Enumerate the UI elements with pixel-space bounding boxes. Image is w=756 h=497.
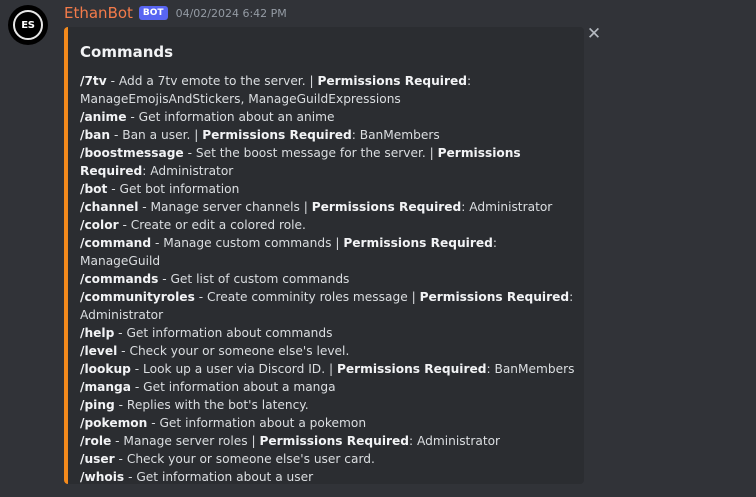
- command-item: /boostmessage - Set the boost message fo…: [80, 144, 576, 180]
- permissions-label: Permissions Required: [259, 434, 409, 448]
- command-name: /command: [80, 236, 152, 250]
- command-name: /7tv: [80, 74, 107, 88]
- permissions-label: Permissions Required: [336, 362, 487, 376]
- command-item: /commands - Get list of custom commands: [80, 270, 576, 288]
- command-description: - Manage server channels |: [138, 200, 312, 214]
- command-item: /color - Create or edit a colored role.: [80, 216, 576, 234]
- command-description: - Check your or someone else's user card…: [114, 452, 375, 466]
- avatar-logo: ES: [13, 10, 43, 40]
- command-description: - Look up a user via Discord ID. |: [130, 362, 337, 376]
- command-item: /channel - Manage server channels | Perm…: [80, 198, 576, 216]
- command-name: /role: [80, 434, 112, 448]
- permissions-label: Permissions Required: [419, 290, 570, 304]
- command-name: /ping: [80, 398, 115, 412]
- command-name: /manga: [80, 380, 131, 394]
- command-item: /anime - Get information about an anime: [80, 108, 576, 126]
- permissions-value: : BanMembers: [486, 362, 575, 376]
- command-name: /ban: [80, 128, 111, 142]
- bot-tag-badge: BOT: [138, 6, 168, 20]
- command-item: /bot - Get bot information: [80, 180, 576, 198]
- command-description: - Get information about commands: [114, 326, 333, 340]
- avatar[interactable]: ES: [8, 5, 48, 45]
- command-description: - Get information about a user: [124, 470, 314, 484]
- command-item: /ban - Ban a user. | Permissions Require…: [80, 126, 576, 144]
- command-description: - Manage server roles |: [111, 434, 260, 448]
- command-name: /channel: [80, 200, 139, 214]
- command-description: - Get bot information: [107, 182, 240, 196]
- command-name: /help: [80, 326, 115, 340]
- command-list: /7tv - Add a 7tv emote to the server. | …: [80, 72, 576, 486]
- command-name: /bot: [80, 182, 108, 196]
- command-description: - Check your or someone else's level.: [117, 344, 350, 358]
- command-description: - Get information about a manga: [131, 380, 336, 394]
- command-item: /lookup - Look up a user via Discord ID.…: [80, 360, 576, 378]
- command-item: /ping - Replies with the bot's latency.: [80, 396, 576, 414]
- command-item: /level - Check your or someone else's le…: [80, 342, 576, 360]
- permissions-label: Permissions Required: [202, 128, 352, 142]
- command-name: /color: [80, 218, 119, 232]
- command-description: - Get information about an anime: [126, 110, 335, 124]
- command-description: - Create or edit a colored role.: [118, 218, 306, 232]
- command-name: /communityroles: [80, 290, 195, 304]
- permissions-label: Permissions Required: [343, 236, 493, 250]
- message-header: EthanBot BOT 04/02/2024 6:42 PM: [64, 3, 287, 23]
- command-name: /commands: [80, 272, 159, 286]
- command-item: /whois - Get information about a user: [80, 468, 576, 486]
- command-name: /lookup: [80, 362, 131, 376]
- command-item: /7tv - Add a 7tv emote to the server. | …: [80, 72, 576, 108]
- command-description: - Manage custom commands |: [151, 236, 344, 250]
- command-name: /whois: [80, 470, 125, 484]
- chat-message: ES EthanBot BOT 04/02/2024 6:42 PM Comma…: [0, 0, 756, 497]
- command-description: - Replies with the bot's latency.: [114, 398, 309, 412]
- command-description: - Create comminity roles message |: [194, 290, 420, 304]
- command-description: - Add a 7tv emote to the server. |: [106, 74, 318, 88]
- command-name: /level: [80, 344, 118, 358]
- embed-title: Commands: [80, 43, 174, 61]
- command-item: /communityroles - Create comminity roles…: [80, 288, 576, 324]
- command-name: /anime: [80, 110, 127, 124]
- permissions-value: : Administrator: [142, 164, 234, 178]
- permissions-value: : BanMembers: [351, 128, 440, 142]
- message-timestamp: 04/02/2024 6:42 PM: [175, 6, 287, 20]
- command-item: /pokemon - Get information about a pokem…: [80, 414, 576, 432]
- username[interactable]: EthanBot: [64, 4, 133, 22]
- command-item: /command - Manage custom commands | Perm…: [80, 234, 576, 270]
- command-name: /pokemon: [80, 416, 148, 430]
- command-description: - Get list of custom commands: [158, 272, 350, 286]
- command-description: - Set the boost message for the server. …: [183, 146, 438, 160]
- command-item: /help - Get information about commands: [80, 324, 576, 342]
- command-item: /manga - Get information about a manga: [80, 378, 576, 396]
- command-name: /boostmessage: [80, 146, 184, 160]
- commands-embed: Commands /7tv - Add a 7tv emote to the s…: [64, 27, 584, 484]
- permissions-value: : Administrator: [461, 200, 553, 214]
- permissions-label: Permissions Required: [311, 200, 462, 214]
- command-description: - Get information about a pokemon: [147, 416, 367, 430]
- command-name: /user: [80, 452, 115, 466]
- command-item: /user - Check your or someone else's use…: [80, 450, 576, 468]
- close-icon[interactable]: ✕: [585, 25, 603, 43]
- command-description: - Ban a user. |: [110, 128, 203, 142]
- command-item: /role - Manage server roles | Permission…: [80, 432, 576, 450]
- permissions-label: Permissions Required: [317, 74, 467, 88]
- permissions-value: : Administrator: [409, 434, 501, 448]
